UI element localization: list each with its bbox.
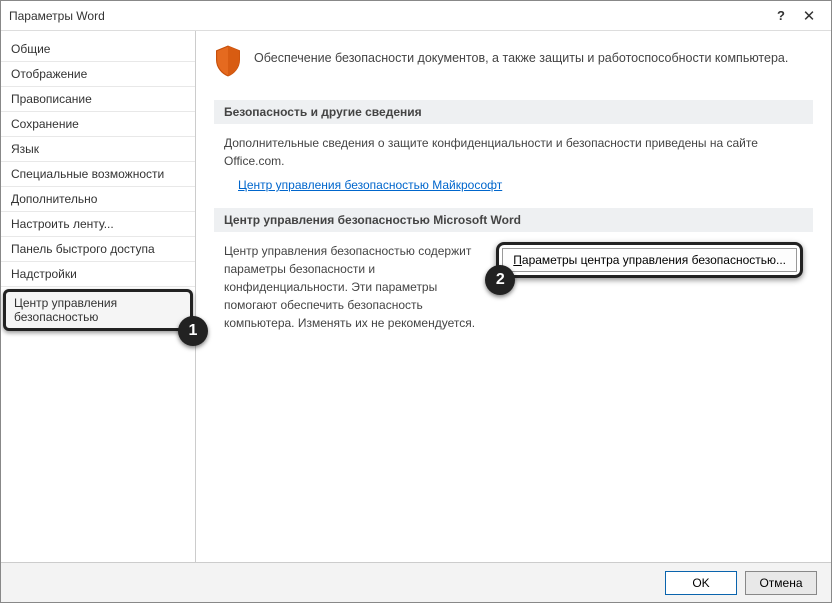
sidebar-item-display[interactable]: Отображение [1,62,195,87]
sidebar-item-addins[interactable]: Надстройки [1,262,195,287]
ok-button[interactable]: OK [665,571,737,595]
shield-icon [214,45,242,82]
help-button[interactable]: ? [767,8,795,23]
sidebar-item-language[interactable]: Язык [1,137,195,162]
window-title: Параметры Word [9,9,767,23]
sidebar-item-save[interactable]: Сохранение [1,112,195,137]
header-row: Обеспечение безопасности документов, а т… [214,45,813,82]
sidebar-item-quick-access[interactable]: Панель быстрого доступа [1,237,195,262]
privacy-info-text: Дополнительные сведения о защите конфиде… [224,134,803,170]
sidebar-item-trust-center[interactable]: Центр управления безопасностью 1 [3,289,193,331]
titlebar: Параметры Word ? ✕ [1,1,831,31]
sidebar-item-label: Центр управления безопасностью [14,296,117,324]
step-badge-2: 2 [485,265,515,295]
content-pane: Обеспечение безопасности документов, а т… [196,31,831,562]
section-heading-trust-center: Центр управления безопасностью Microsoft… [214,208,813,232]
dialog-body: Общие Отображение Правописание Сохранени… [1,31,831,562]
section-body-trust-center: Центр управления безопасностью содержит … [214,242,813,356]
sidebar: Общие Отображение Правописание Сохранени… [1,31,196,562]
header-text: Обеспечение безопасности документов, а т… [254,45,788,65]
close-button[interactable]: ✕ [795,7,823,25]
sidebar-item-general[interactable]: Общие [1,37,195,62]
sidebar-item-advanced[interactable]: Дополнительно [1,187,195,212]
trust-center-button-highlight: Параметры центра управления безопасность… [496,242,803,278]
ms-trust-center-link[interactable]: Центр управления безопасностью Майкрософ… [238,178,502,192]
dialog-footer: OK Отмена [1,562,831,602]
sidebar-item-accessibility[interactable]: Специальные возможности [1,162,195,187]
trust-center-settings-button[interactable]: Параметры центра управления безопасность… [502,248,797,272]
sidebar-item-customize-ribbon[interactable]: Настроить ленту... [1,212,195,237]
section-body-security: Дополнительные сведения о защите конфиде… [214,134,813,208]
sidebar-item-proofing[interactable]: Правописание [1,87,195,112]
step-badge-1: 1 [178,316,208,346]
options-dialog: Параметры Word ? ✕ Общие Отображение Пра… [0,0,832,603]
section-heading-security: Безопасность и другие сведения [214,100,813,124]
trust-center-description: Центр управления безопасностью содержит … [224,242,480,332]
cancel-button[interactable]: Отмена [745,571,817,595]
trust-row: Центр управления безопасностью содержит … [224,242,803,340]
